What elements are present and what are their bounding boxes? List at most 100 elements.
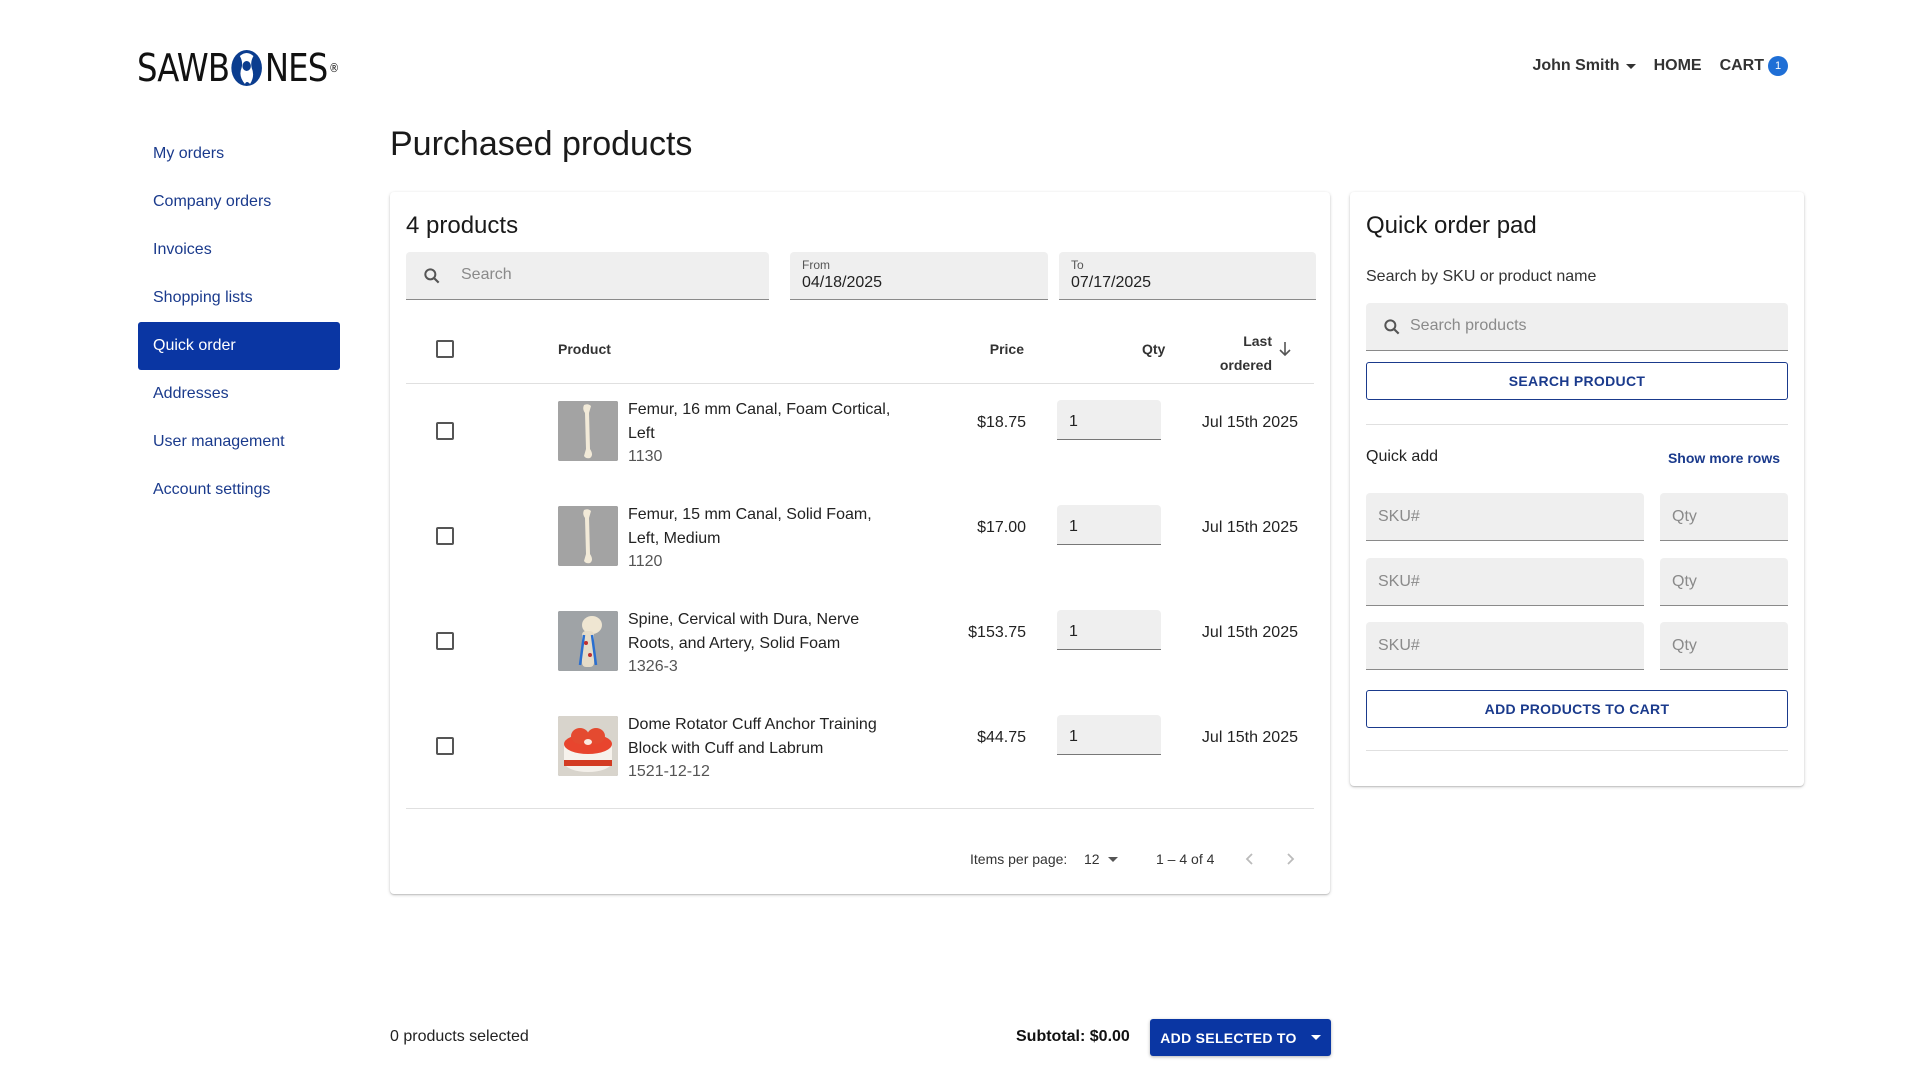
quantity-input[interactable]: 1 xyxy=(1057,715,1161,755)
sidebar-item-label: My orders xyxy=(153,145,225,162)
add-selected-label: ADD SELECTED TO xyxy=(1160,1029,1297,1046)
show-more-rows-link[interactable]: Show more rows xyxy=(1668,450,1780,466)
top-navigation: John Smith HOME CART 1 xyxy=(1532,56,1788,76)
column-header-last-ordered[interactable]: Last ordered xyxy=(1220,329,1272,377)
femur-image xyxy=(558,401,618,461)
cart-link[interactable]: CART 1 xyxy=(1720,56,1788,76)
sidebar-item-addresses[interactable]: Addresses xyxy=(138,370,340,418)
page-title: Purchased products xyxy=(390,125,693,163)
column-header-price[interactable]: Price xyxy=(990,341,1024,357)
sidebar-item-quick-order[interactable]: Quick order xyxy=(138,322,340,370)
rotator-cuff-image xyxy=(558,716,618,776)
product-thumbnail[interactable] xyxy=(558,611,618,671)
column-header-product[interactable]: Product xyxy=(558,341,611,357)
quick-order-pad-card: Quick order pad Search by SKU or product… xyxy=(1350,192,1804,786)
qty-input[interactable]: Qty xyxy=(1660,493,1788,541)
items-per-page-select[interactable]: 12 xyxy=(1084,851,1118,867)
search-placeholder: Search xyxy=(461,266,512,283)
quantity-input[interactable]: 1 xyxy=(1057,610,1161,650)
sidebar-item-label: Shopping lists xyxy=(153,289,253,306)
qty-input[interactable]: Qty xyxy=(1660,558,1788,606)
product-name-link[interactable]: Dome Rotator Cuff Anchor Training Block … xyxy=(628,713,898,761)
table-header: Product Price Qty Last ordered xyxy=(406,314,1314,384)
sidebar-item-invoices[interactable]: Invoices xyxy=(138,226,340,274)
add-products-to-cart-button[interactable]: ADD PRODUCTS TO CART xyxy=(1366,690,1788,728)
search-placeholder: Search products xyxy=(1410,317,1527,334)
product-thumbnail[interactable] xyxy=(558,716,618,776)
caret-down-icon xyxy=(1625,63,1636,69)
sidebar-item-account-settings[interactable]: Account settings xyxy=(138,466,340,514)
pagination-range: 1 – 4 of 4 xyxy=(1156,851,1215,867)
to-date-field[interactable]: To 07/17/2025 xyxy=(1059,252,1316,300)
column-header-qty[interactable]: Qty xyxy=(1142,341,1165,357)
arrow-down-sort-icon[interactable] xyxy=(1278,341,1292,357)
logo-bone-mark-icon xyxy=(231,50,263,86)
sidebar-item-label: User management xyxy=(153,433,285,450)
quantity-input[interactable]: 1 xyxy=(1057,505,1161,545)
last-ordered-date: Jul 15th 2025 xyxy=(1201,729,1298,746)
product-search-input[interactable]: Search xyxy=(406,252,769,300)
quantity-input[interactable]: 1 xyxy=(1057,400,1161,440)
last-ordered-date: Jul 15th 2025 xyxy=(1201,519,1298,536)
last-ordered-date: Jul 15th 2025 xyxy=(1201,414,1298,431)
from-date-field[interactable]: From 04/18/2025 xyxy=(790,252,1048,300)
sidebar-item-company-orders[interactable]: Company orders xyxy=(138,178,340,226)
home-link[interactable]: HOME xyxy=(1654,57,1702,75)
sidebar: My orders Company orders Invoices Shoppi… xyxy=(138,130,340,514)
sidebar-item-shopping-lists[interactable]: Shopping lists xyxy=(138,274,340,322)
row-checkbox[interactable] xyxy=(436,422,454,440)
sidebar-item-label: Addresses xyxy=(153,385,229,402)
sidebar-item-user-management[interactable]: User management xyxy=(138,418,340,466)
product-price: $18.75 xyxy=(977,414,1026,431)
table-footer-divider xyxy=(406,808,1314,809)
sidebar-item-label: Quick order xyxy=(153,337,236,354)
product-price: $44.75 xyxy=(977,729,1026,746)
quick-order-divider xyxy=(1366,424,1788,425)
user-menu[interactable]: John Smith xyxy=(1532,57,1636,75)
items-per-page-label: Items per page: xyxy=(970,851,1068,867)
caret-down-icon xyxy=(1310,1035,1321,1040)
product-name-link[interactable]: Femur, 16 mm Canal, Foam Cortical, Left xyxy=(628,398,898,446)
last-ordered-date: Jul 15th 2025 xyxy=(1201,624,1298,641)
search-product-button[interactable]: SEARCH PRODUCT xyxy=(1366,362,1788,400)
qty-input[interactable]: Qty xyxy=(1660,622,1788,670)
add-selected-to-button[interactable]: ADD SELECTED TO xyxy=(1150,1019,1331,1056)
from-date-label: From xyxy=(802,258,830,272)
product-thumbnail[interactable] xyxy=(558,401,618,461)
table-row: Dome Rotator Cuff Anchor Training Block … xyxy=(406,699,1314,804)
cart-label: CART xyxy=(1719,57,1764,74)
sku-input[interactable]: SKU# xyxy=(1366,558,1644,606)
row-checkbox[interactable] xyxy=(436,632,454,650)
product-sku: 1130 xyxy=(628,448,663,465)
product-price: $17.00 xyxy=(977,519,1026,536)
product-name-link[interactable]: Femur, 15 mm Canal, Solid Foam, Left, Me… xyxy=(628,503,898,551)
quick-order-pad-title: Quick order pad xyxy=(1366,212,1537,239)
select-all-checkbox[interactable] xyxy=(436,340,454,358)
cart-count-badge: 1 xyxy=(1768,56,1788,76)
chevron-left-icon[interactable] xyxy=(1240,849,1260,869)
chevron-right-icon[interactable] xyxy=(1280,849,1300,869)
row-checkbox[interactable] xyxy=(436,737,454,755)
product-sku: 1120 xyxy=(628,553,663,570)
table-row: Femur, 16 mm Canal, Foam Cortical, Left … xyxy=(406,384,1314,489)
row-checkbox[interactable] xyxy=(436,527,454,545)
quick-order-divider xyxy=(1366,750,1788,751)
sku-input[interactable]: SKU# xyxy=(1366,493,1644,541)
subtotal: Subtotal: $0.00 xyxy=(1016,1028,1130,1045)
sidebar-item-label: Invoices xyxy=(153,241,212,258)
quick-order-search-input[interactable]: Search products xyxy=(1366,303,1788,351)
product-name-link[interactable]: Spine, Cervical with Dura, Nerve Roots, … xyxy=(628,608,898,656)
logo-text-right: NES xyxy=(264,46,328,90)
selected-count: 0 products selected xyxy=(390,1028,529,1045)
sidebar-item-my-orders[interactable]: My orders xyxy=(138,130,340,178)
logo-text-left: SAWB xyxy=(137,46,230,90)
to-date-value: 07/17/2025 xyxy=(1071,274,1152,291)
caret-down-icon xyxy=(1107,856,1118,862)
product-thumbnail[interactable] xyxy=(558,506,618,566)
column-header-last-ordered-line1: Last xyxy=(1243,333,1272,349)
from-date-value: 04/18/2025 xyxy=(802,274,883,291)
sku-input[interactable]: SKU# xyxy=(1366,622,1644,670)
product-price: $153.75 xyxy=(968,624,1026,641)
product-sku: 1326-3 xyxy=(628,658,678,675)
sawbones-logo[interactable]: SAWB NES ® xyxy=(137,44,374,92)
